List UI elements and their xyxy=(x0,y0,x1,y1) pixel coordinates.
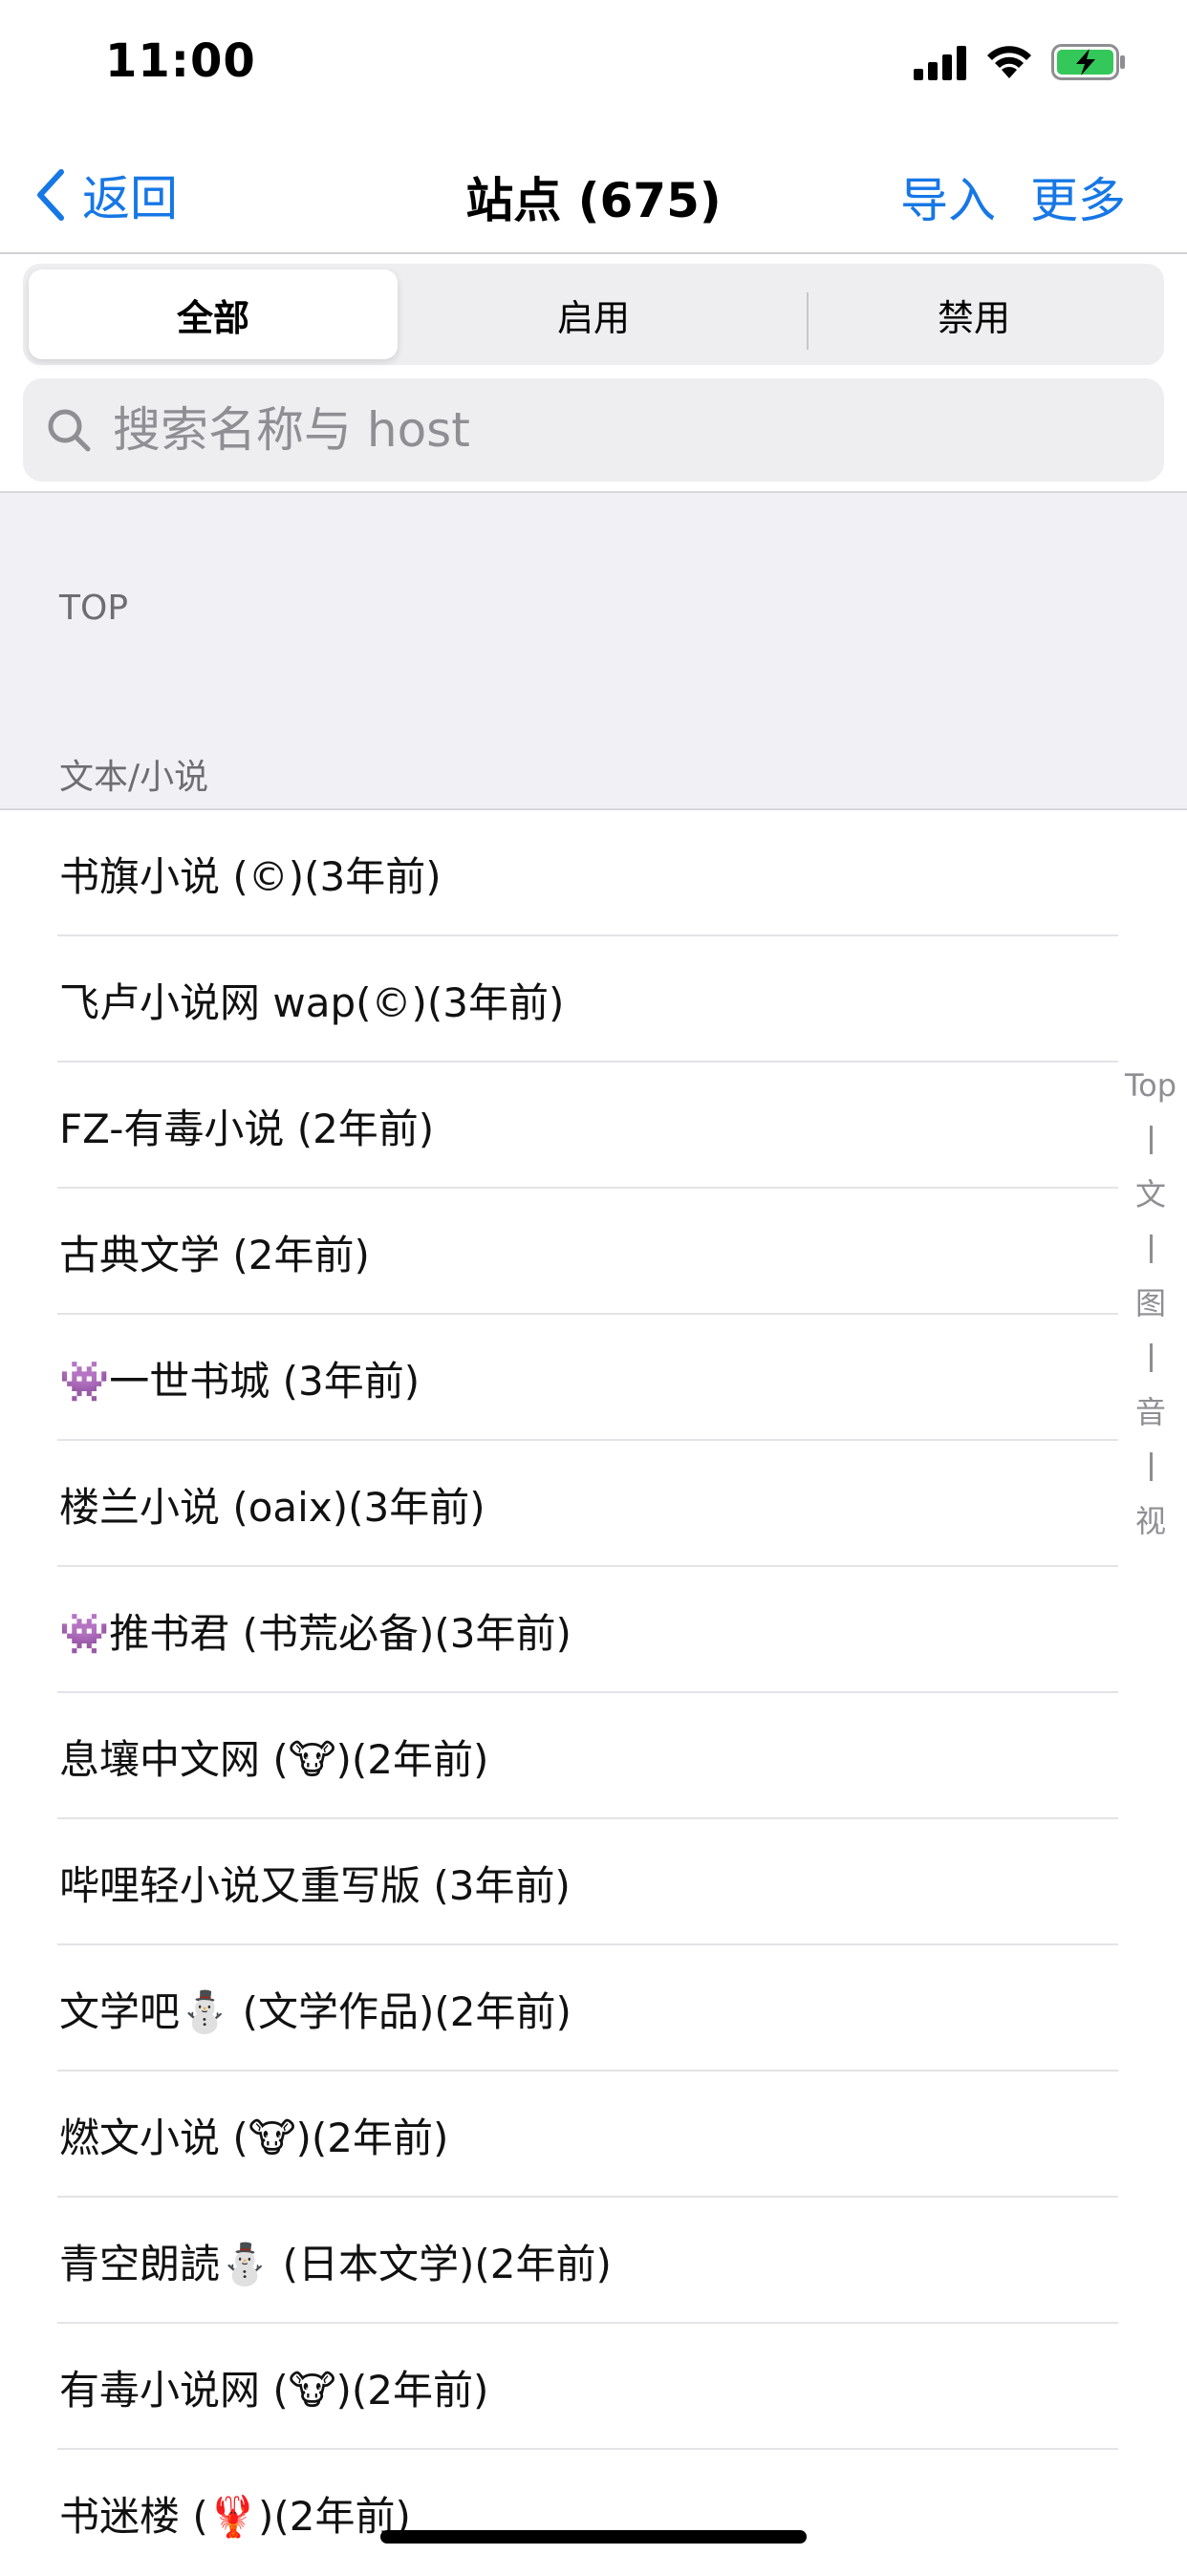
index-image[interactable]: 图 xyxy=(1135,1282,1166,1324)
page-title: 站点 (675) xyxy=(465,173,722,228)
import-button[interactable]: 导入 xyxy=(900,162,996,231)
list-item[interactable]: 书旗小说 (©)(3年前) xyxy=(0,810,1187,936)
list-item[interactable]: 楼兰小说 (oaix)(3年前) xyxy=(0,1441,1187,1567)
index-video[interactable]: 视 xyxy=(1135,1500,1166,1542)
list-item[interactable]: 哔哩轻小说又重写版 (3年前) xyxy=(0,1819,1187,1945)
source-list: 书旗小说 (©)(3年前) 飞卢小说网 wap(©)(3年前) FZ-有毒小说 … xyxy=(0,810,1187,2576)
cellular-signal-icon xyxy=(914,46,966,80)
list-item[interactable]: FZ-有毒小说 (2年前) xyxy=(0,1063,1187,1189)
index-separator xyxy=(1149,1452,1153,1481)
tab-enabled[interactable]: 启用 xyxy=(409,269,778,359)
more-button[interactable]: 更多 xyxy=(1030,162,1126,231)
tab-all[interactable]: 全部 xyxy=(29,269,398,359)
list-item[interactable]: 息壤中文网 (🐮)(2年前) xyxy=(0,1693,1187,1819)
list-item[interactable]: 👾推书君 (书荒必备)(3年前) xyxy=(0,1567,1187,1693)
tab-disabled[interactable]: 禁用 xyxy=(789,269,1158,359)
filter-area: 全部 启用 禁用 xyxy=(0,254,1187,491)
battery-charging-icon xyxy=(1051,44,1125,80)
status-bar: 11:00 xyxy=(0,0,1187,134)
home-indicator xyxy=(380,2530,807,2544)
index-separator xyxy=(1149,1234,1153,1263)
index-separator xyxy=(1149,1343,1153,1372)
section-header-top: TOP xyxy=(59,589,129,628)
section-header-text-novel: 文本/小说 xyxy=(59,758,209,797)
list-item[interactable]: 有毒小说网 (🐮)(2年前) xyxy=(0,2324,1187,2450)
list-item[interactable]: 👾一世书城 (3年前) xyxy=(0,1315,1187,1441)
search-bar[interactable] xyxy=(23,378,1164,482)
section-index-bar[interactable]: Top 文 图 音 视 xyxy=(1114,1064,1187,1542)
index-separator xyxy=(1149,1126,1153,1154)
search-icon xyxy=(48,409,91,452)
list-item[interactable]: 青空朗読⛄ (日本文学)(2年前) xyxy=(0,2198,1187,2324)
list-item[interactable]: 文学吧⛄ (文学作品)(2年前) xyxy=(0,1945,1187,2072)
list-item[interactable]: 飞卢小说网 wap(©)(3年前) xyxy=(0,936,1187,1063)
list-item[interactable]: 燃文小说 (🐮)(2年前) xyxy=(0,2072,1187,2198)
list-item[interactable]: 书迷楼 (🦞)(2年前) xyxy=(0,2450,1187,2576)
filter-segmented-control: 全部 启用 禁用 xyxy=(23,264,1164,365)
wifi-icon xyxy=(987,46,1031,78)
index-audio[interactable]: 音 xyxy=(1135,1391,1166,1433)
navigation-bar: 返回 站点 (675) 导入 更多 xyxy=(0,134,1187,254)
status-time: 11:00 xyxy=(105,34,256,88)
search-input[interactable] xyxy=(111,401,1164,459)
index-top[interactable]: Top xyxy=(1125,1064,1176,1106)
section-header-area: TOP 文本/小说 xyxy=(0,491,1187,810)
list-item[interactable]: 古典文学 (2年前) xyxy=(0,1189,1187,1315)
index-text[interactable]: 文 xyxy=(1135,1173,1166,1215)
